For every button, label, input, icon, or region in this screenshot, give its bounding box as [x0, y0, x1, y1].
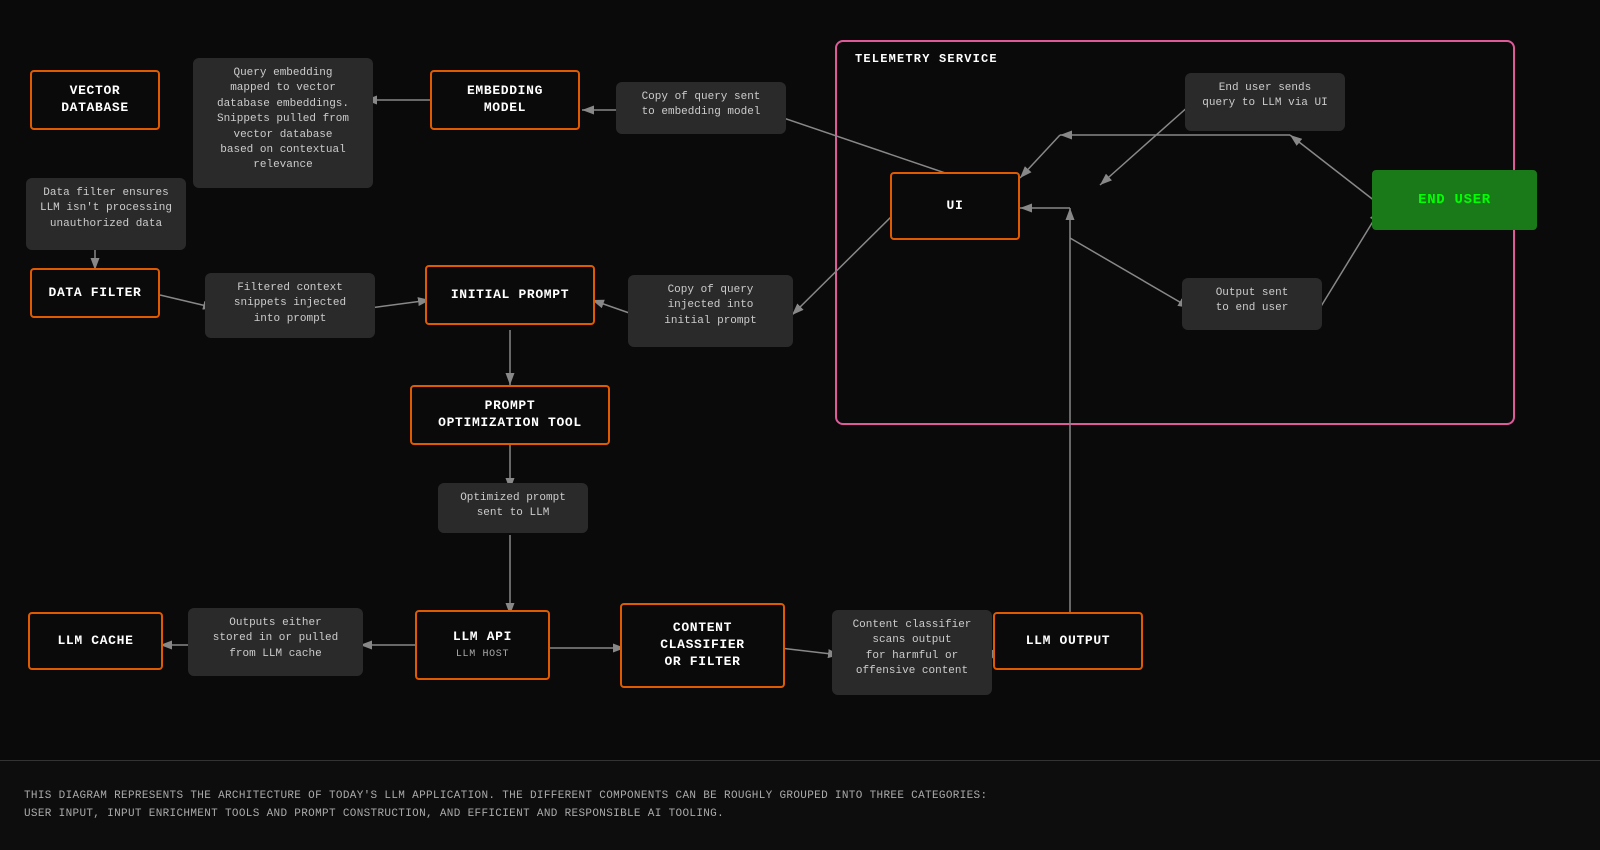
node-prompt-opt: PROMPT OPTIMIZATION TOOL — [410, 385, 610, 445]
node-llm-api: LLM API LLM HOST — [415, 610, 550, 680]
info-optimized-prompt: Optimized promptsent to LLM — [438, 483, 588, 533]
node-embedding-model: EMBEDDING MODEL — [430, 70, 580, 130]
info-filtered-context: Filtered contextsnippets injectedinto pr… — [205, 273, 375, 338]
telemetry-label: TELEMETRY SERVICE — [855, 52, 998, 66]
info-end-user-query: End user sendsquery to LLM via UI — [1185, 73, 1345, 131]
node-initial-prompt: INITIAL PROMPT — [425, 265, 595, 325]
info-data-filter: Data filter ensuresLLM isn't processingu… — [26, 178, 186, 250]
footer-text: THIS DIAGRAM REPRESENTS THE ARCHITECTURE… — [24, 788, 987, 823]
info-copy-query-embedding: Copy of query sentto embedding model — [616, 82, 786, 134]
node-end-user: END USER — [1372, 170, 1537, 230]
info-query-embedding: Query embeddingmapped to vectordatabase … — [193, 58, 373, 188]
footer-bar: THIS DIAGRAM REPRESENTS THE ARCHITECTURE… — [0, 760, 1600, 850]
diagram-area: TELEMETRY SERVICE — [0, 0, 1600, 760]
node-llm-output: LLM OUTPUT — [993, 612, 1143, 670]
node-content-classifier: CONTENT CLASSIFIER OR FILTER — [620, 603, 785, 688]
info-copy-query-prompt: Copy of queryinjected intoinitial prompt — [628, 275, 793, 347]
node-data-filter: DATA FILTER — [30, 268, 160, 318]
info-content-scan: Content classifierscans outputfor harmfu… — [832, 610, 992, 695]
node-llm-cache: LLM CACHE — [28, 612, 163, 670]
info-output-sent: Output sentto end user — [1182, 278, 1322, 330]
info-outputs-cache: Outputs eitherstored in or pulledfrom LL… — [188, 608, 363, 676]
node-ui: UI — [890, 172, 1020, 240]
node-vector-database: VECTOR DATABASE — [30, 70, 160, 130]
